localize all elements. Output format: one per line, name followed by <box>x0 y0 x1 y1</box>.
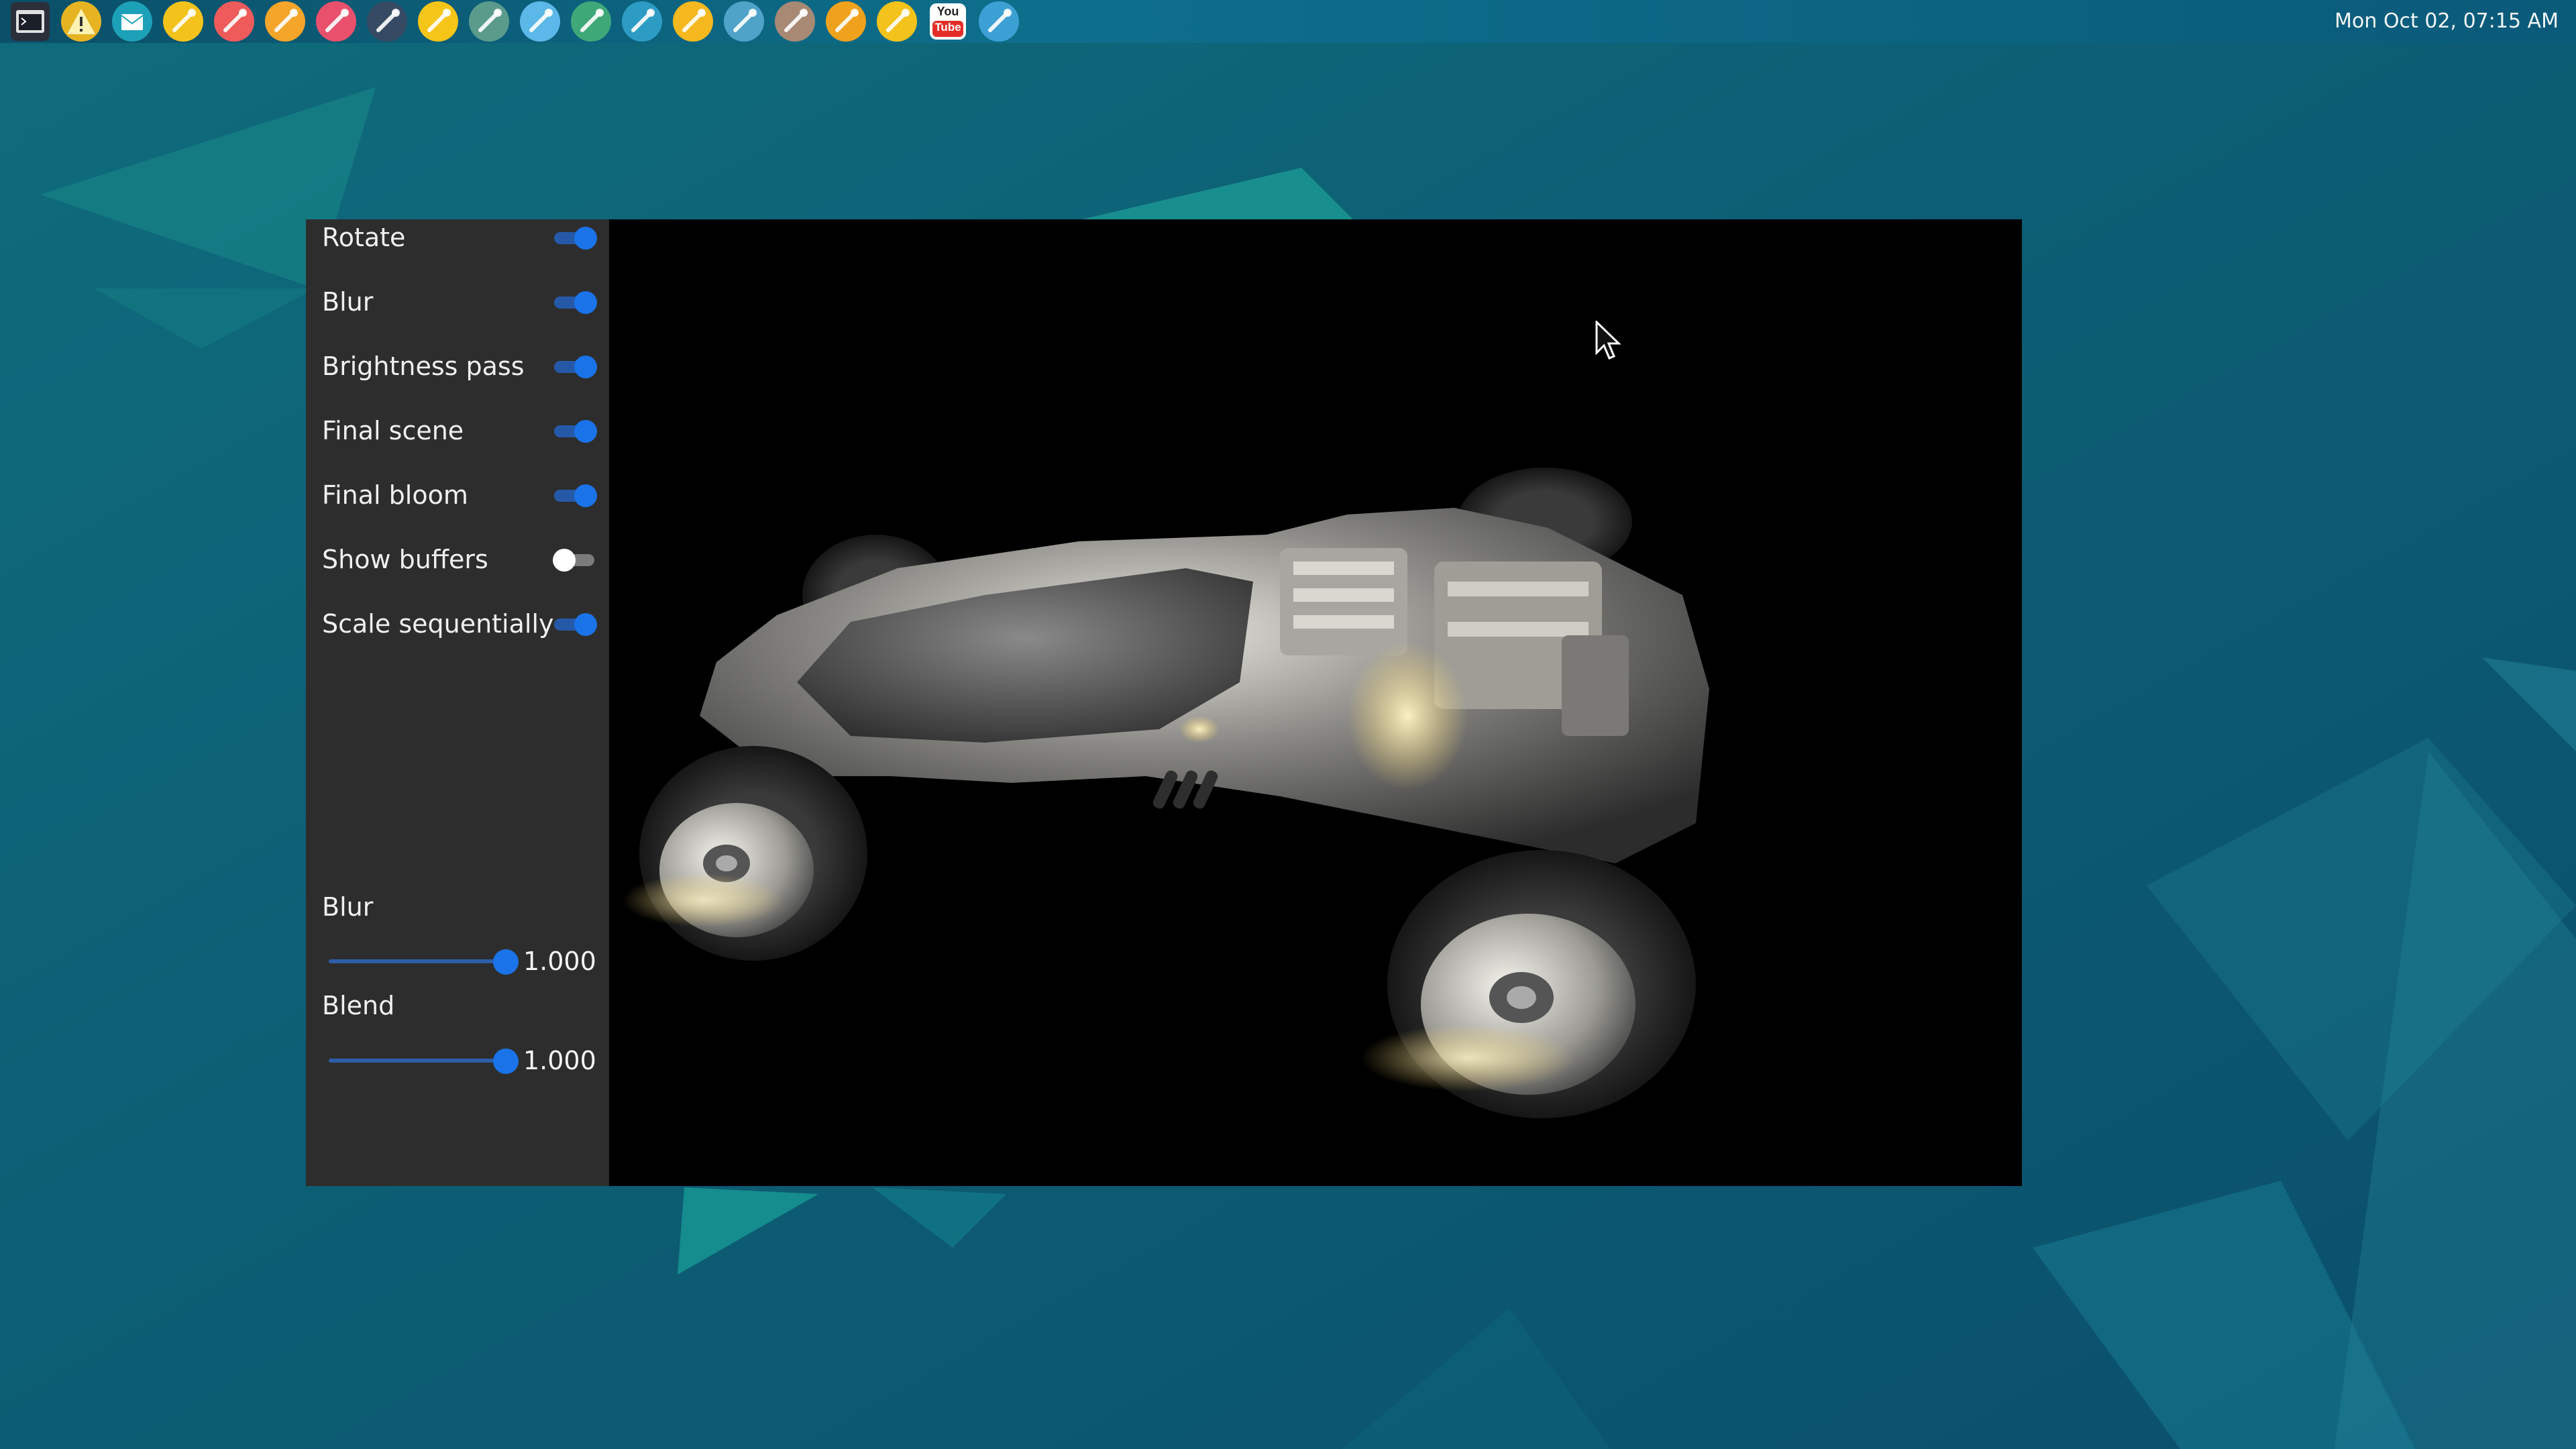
pencil-icon[interactable] <box>417 1 459 42</box>
toggle-label: Final scene <box>322 416 464 445</box>
blur-slider-track[interactable] <box>329 959 506 963</box>
blend-slider-track[interactable] <box>329 1059 506 1063</box>
youtube-icon-text-bottom: Tube <box>932 21 963 37</box>
wrench-icon[interactable] <box>570 1 612 42</box>
toggle-label: Blur <box>322 287 374 317</box>
toggle-label: Scale sequentially <box>322 609 554 639</box>
switch-knob[interactable] <box>574 291 597 314</box>
final-bloom-switch[interactable] <box>554 484 597 507</box>
switch-knob[interactable] <box>574 484 597 507</box>
terminal-icon[interactable] <box>9 1 51 42</box>
top-panel: You Tube Mon Oct 02, 07:15 AM <box>0 0 2576 43</box>
scale-sequentially-switch[interactable] <box>554 613 597 636</box>
toggle-row-brightness-pass[interactable]: Brightness pass <box>322 346 597 386</box>
toggle-label: Show buffers <box>322 545 488 574</box>
final-scene-switch[interactable] <box>554 420 597 443</box>
switch-knob[interactable] <box>574 613 597 636</box>
ruler-icon[interactable] <box>519 1 561 42</box>
blend-slider[interactable]: 1.000 <box>329 1043 597 1077</box>
switch-knob[interactable] <box>574 356 597 378</box>
switch-knob[interactable] <box>574 227 597 250</box>
mouse-cursor <box>1595 321 1621 360</box>
buggy-model-render <box>623 468 1709 1118</box>
blur-slider-handle[interactable] <box>493 949 519 975</box>
gear-wrench-icon[interactable] <box>468 1 510 42</box>
crossed-tools-icon[interactable] <box>876 1 918 42</box>
blur-switch[interactable] <box>554 291 597 314</box>
toggle-row-show-buffers[interactable]: Show buffers <box>322 539 597 580</box>
toggle-row-final-bloom[interactable]: Final bloom <box>322 475 597 515</box>
blur-slider[interactable]: 1.000 <box>329 944 597 977</box>
show-buffers-switch[interactable] <box>553 549 597 572</box>
3d-viewport[interactable] <box>609 219 2022 1186</box>
toolbox-icon[interactable] <box>264 1 306 42</box>
blur-slider-value: 1.000 <box>523 947 596 976</box>
toggle-row-rotate[interactable]: Rotate <box>322 217 597 258</box>
toggle-label: Rotate <box>322 223 406 252</box>
switch-knob[interactable] <box>574 420 597 443</box>
ticket-icon[interactable] <box>315 1 357 42</box>
toggle-row-scale-sequentially[interactable]: Scale sequentially <box>322 604 597 644</box>
blend-slider-label: Blend <box>322 991 395 1020</box>
blur-slider-label: Blur <box>322 892 374 922</box>
pin-icon[interactable] <box>213 1 255 42</box>
briefcase-icon[interactable] <box>825 1 867 42</box>
trowel-icon[interactable] <box>978 1 1020 42</box>
clock[interactable]: Mon Oct 02, 07:15 AM <box>2334 0 2559 43</box>
warning-triangle-icon[interactable] <box>60 1 102 42</box>
blend-slider-value: 1.000 <box>523 1046 596 1075</box>
brush-icon[interactable] <box>621 1 663 42</box>
hammer-wrench-icon[interactable] <box>162 1 204 42</box>
toggle-label: Final bloom <box>322 480 468 510</box>
toggle-row-final-scene[interactable]: Final scene <box>322 411 597 451</box>
screwdriver-icon[interactable] <box>366 1 408 42</box>
app-launcher: You Tube <box>9 1 1029 42</box>
switch-knob[interactable] <box>553 549 576 572</box>
mail-icon[interactable] <box>111 1 153 42</box>
drill-icon[interactable] <box>723 1 765 42</box>
youtube-icon[interactable]: You Tube <box>927 1 969 42</box>
saw-icon[interactable] <box>774 1 816 42</box>
marker-icon[interactable] <box>672 1 714 42</box>
control-panel: Rotate Blur Brightness pass Final scene Fina… <box>306 219 609 1186</box>
toggle-row-blur[interactable]: Blur <box>322 282 597 322</box>
toggle-label: Brightness pass <box>322 352 525 381</box>
rotate-switch[interactable] <box>554 227 597 250</box>
blend-slider-handle[interactable] <box>493 1049 519 1074</box>
bloom-demo-window: Rotate Blur Brightness pass Final scene Fina… <box>306 219 2022 1186</box>
brightness-pass-switch[interactable] <box>554 356 597 378</box>
youtube-icon-text-top: You <box>936 5 959 18</box>
